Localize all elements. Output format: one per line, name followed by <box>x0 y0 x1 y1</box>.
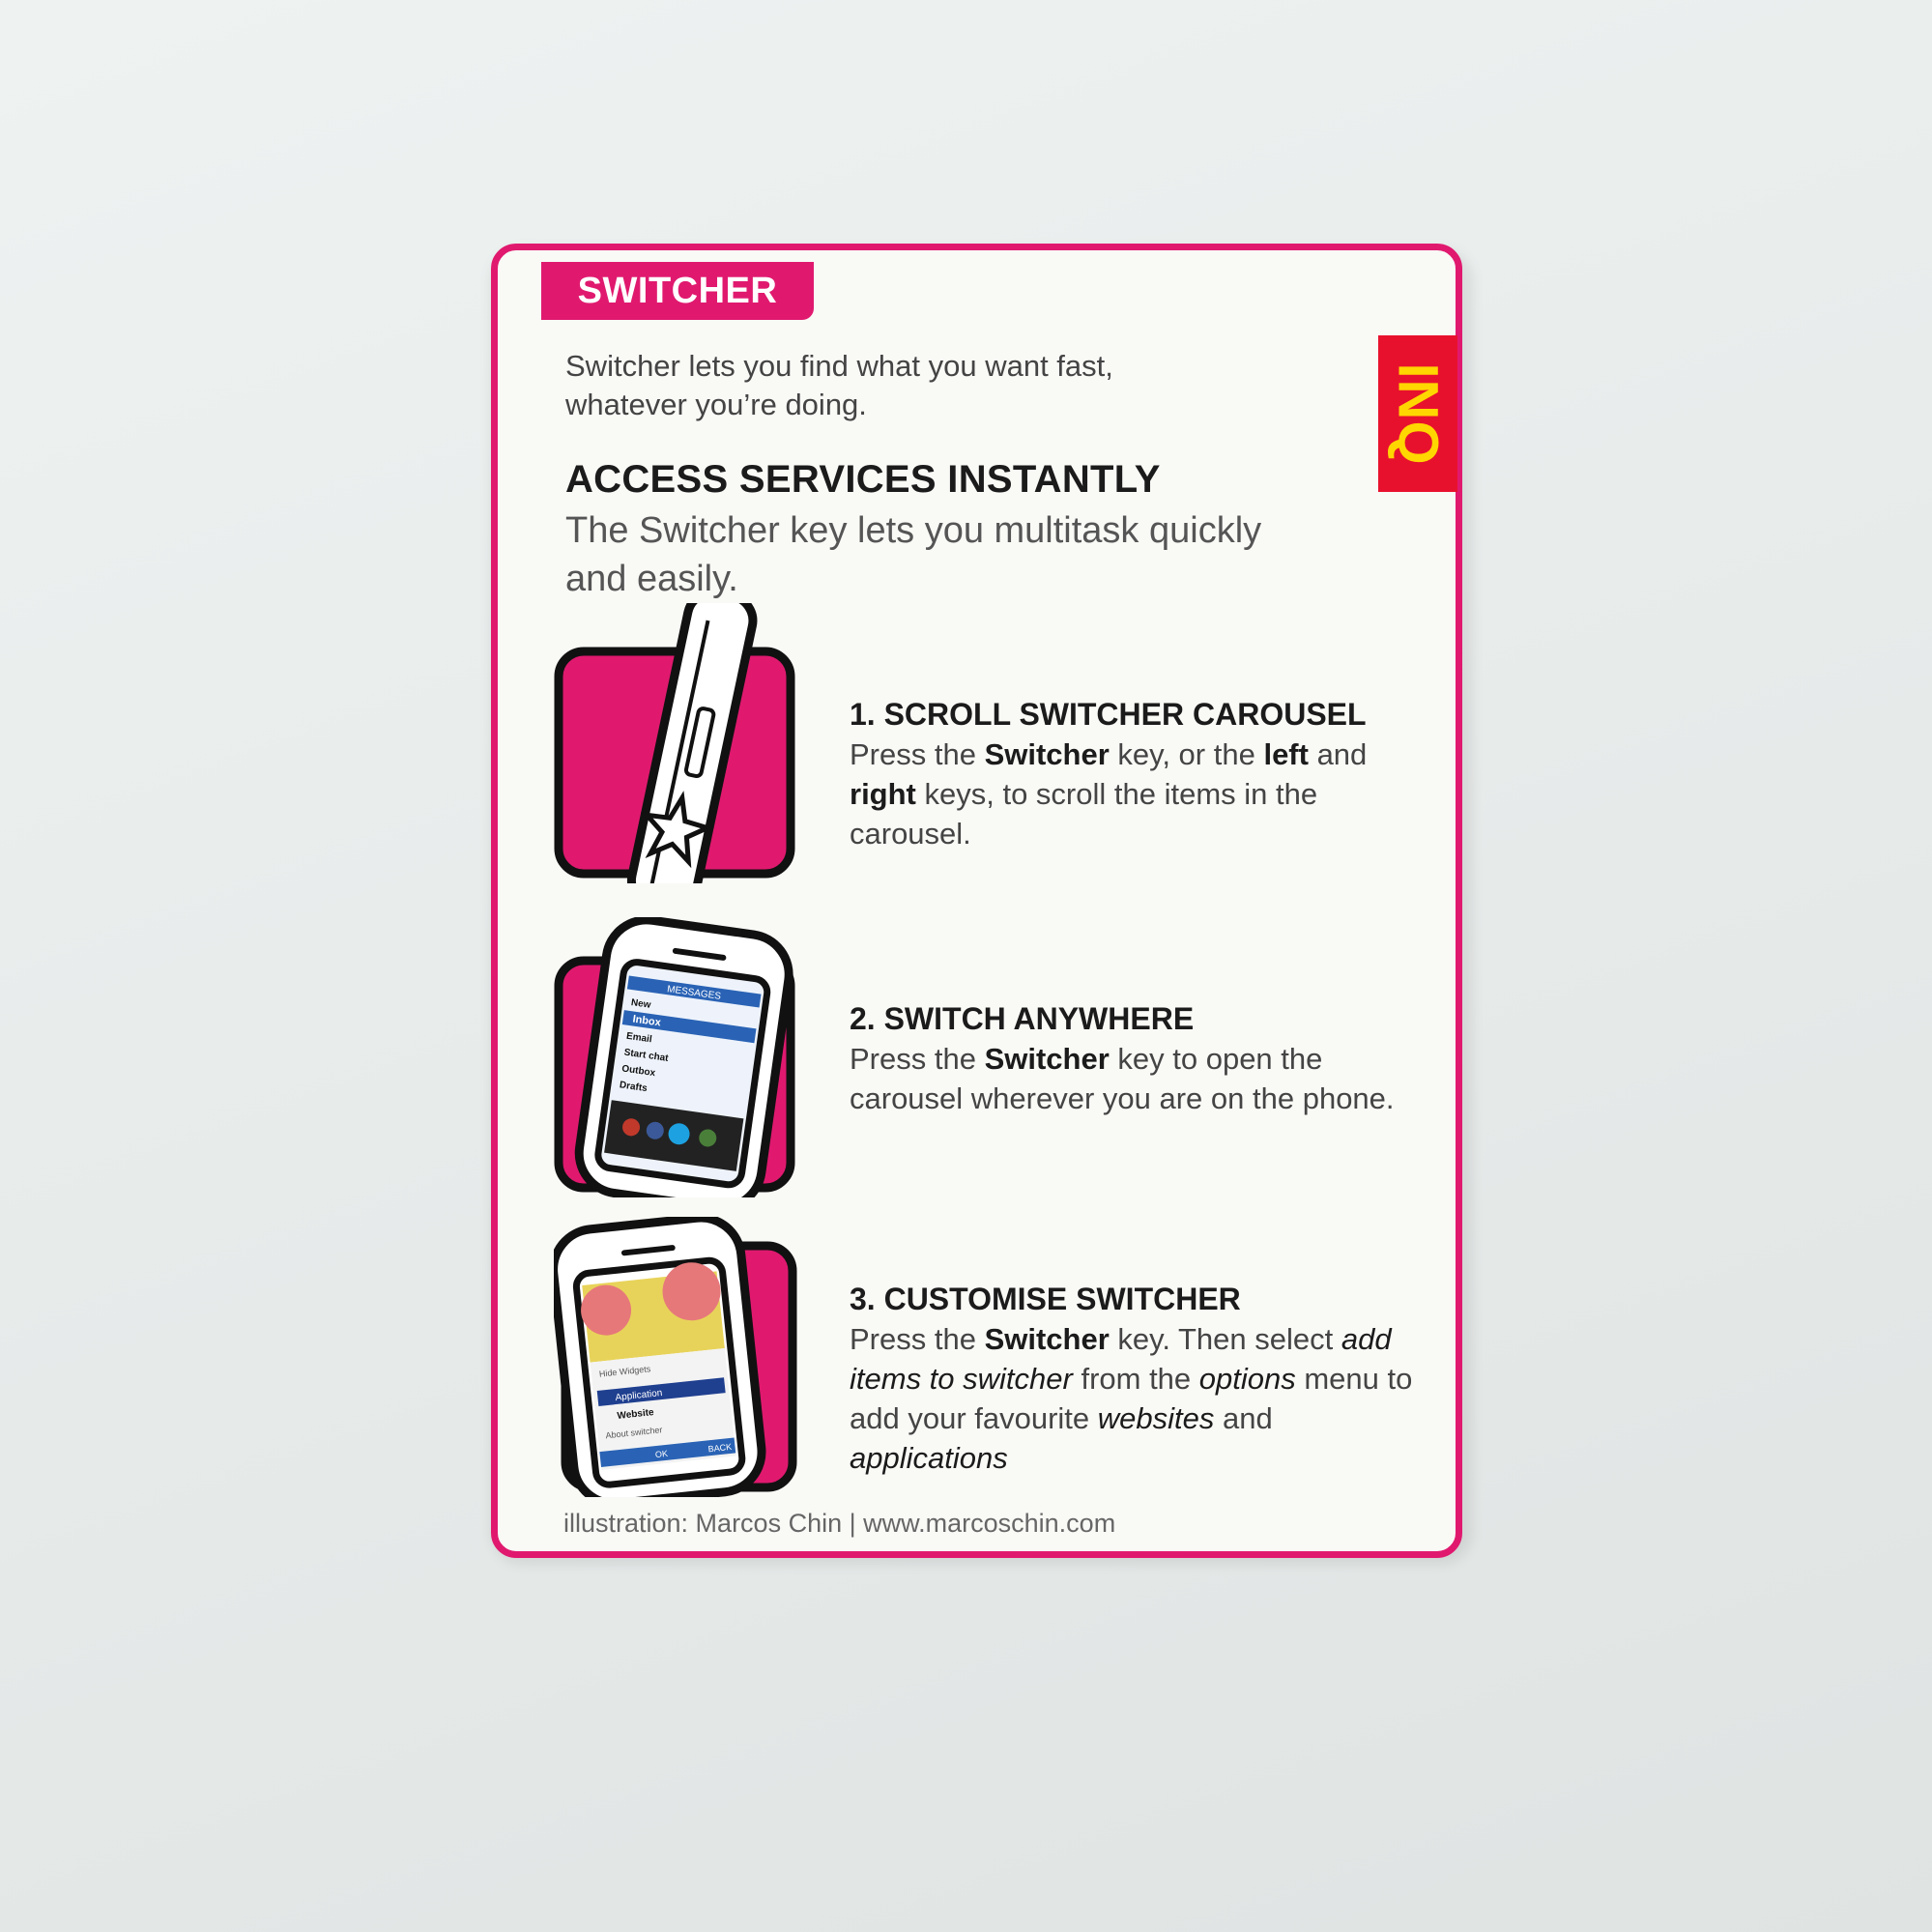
step-3-body: Press the Switcher key. Then select add … <box>850 1322 1413 1475</box>
switcher-card: SWITCHER INQ Switcher lets you find what… <box>491 244 1462 1558</box>
step-2: 2. SWITCH ANYWHERE Press the Switcher ke… <box>850 999 1429 1118</box>
inq-logo-text: INQ <box>1386 361 1450 466</box>
step-1-body: Press the Switcher key, or the left and … <box>850 737 1368 851</box>
step-3: 3. CUSTOMISE SWITCHER Press the Switcher… <box>850 1280 1429 1478</box>
section-subheading: The Switcher key lets you multitask quic… <box>565 510 1262 599</box>
step-1: 1. SCROLL SWITCHER CAROUSEL Press the Sw… <box>850 695 1429 853</box>
switcher-key-illustration <box>554 603 795 883</box>
card-tab-title: SWITCHER <box>541 262 814 320</box>
section-heading: ACCESS SERVICES INSTANTLY <box>565 458 1161 501</box>
step-3-title: 3. CUSTOMISE SWITCHER <box>850 1282 1241 1316</box>
inq-logo: INQ <box>1378 335 1457 492</box>
messages-phone-illustration: MESSAGES New Inbox Email Start chat Outb… <box>554 917 795 1197</box>
customise-phone-illustration: Hide Widgets Application Website About s… <box>554 1217 797 1497</box>
intro-text: Switcher lets you find what you want fas… <box>565 349 1113 421</box>
step-2-title: 2. SWITCH ANYWHERE <box>850 1001 1195 1036</box>
svg-text:OK: OK <box>654 1449 668 1459</box>
illustration-credit: illustration: Marcos Chin | www.marcosch… <box>563 1509 1116 1538</box>
step-2-body: Press the Switcher key to open the carou… <box>850 1042 1395 1115</box>
step-1-title: 1. SCROLL SWITCHER CAROUSEL <box>850 697 1367 732</box>
